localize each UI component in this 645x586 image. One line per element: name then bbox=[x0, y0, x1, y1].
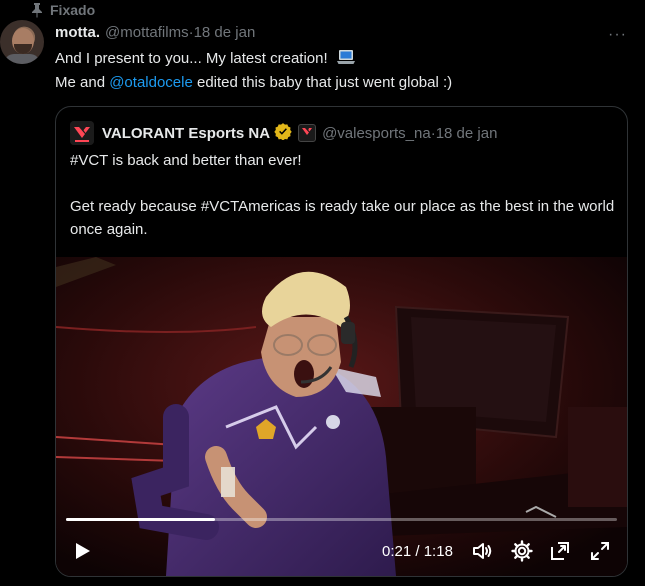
pinned-label: Fixado bbox=[50, 2, 96, 18]
quoted-tweet[interactable]: VALORANT Esports NA @valesports_na · 18 … bbox=[55, 106, 628, 577]
play-icon[interactable] bbox=[70, 539, 94, 563]
author-handle[interactable]: @mottafilms bbox=[105, 24, 189, 41]
quoted-paragraph-2: Get ready because #VCTAmericas is ready … bbox=[70, 198, 615, 238]
laptop-emoji-icon bbox=[336, 49, 356, 72]
volume-icon[interactable] bbox=[470, 539, 494, 563]
total-duration: 1:18 bbox=[423, 543, 453, 560]
video-player[interactable]: 0:21 / 1:18 bbox=[56, 257, 627, 576]
more-options-icon[interactable]: ··· bbox=[608, 26, 627, 44]
quoted-tweet-text: #VCT is back and better than ever! Get r… bbox=[70, 149, 615, 241]
settings-gear-icon[interactable] bbox=[510, 539, 534, 563]
tweet-date[interactable]: 18 de jan bbox=[194, 24, 256, 41]
pin-icon bbox=[30, 2, 44, 18]
pinned-indicator: Fixado bbox=[30, 0, 95, 20]
tweet-page: Fixado motta. @mottafilms · 18 de jan ··… bbox=[0, 0, 645, 586]
video-controls: 0:21 / 1:18 bbox=[56, 535, 627, 569]
quoted-tweet-header: VALORANT Esports NA @valesports_na · 18 … bbox=[70, 121, 497, 145]
video-progress-fill bbox=[66, 518, 215, 521]
tweet-text: And I present to you... My latest creati… bbox=[55, 48, 452, 94]
quoted-author-handle[interactable]: @valesports_na bbox=[322, 125, 431, 142]
verified-badge-icon bbox=[274, 122, 292, 144]
current-time: 0:21 bbox=[382, 543, 412, 560]
video-frame bbox=[56, 257, 627, 576]
time-separator: / bbox=[411, 543, 424, 560]
fullscreen-icon[interactable] bbox=[588, 539, 612, 563]
video-time: 0:21 / 1:18 bbox=[382, 543, 453, 560]
affiliate-badge-icon bbox=[298, 124, 317, 142]
mention-link[interactable]: @otaldocele bbox=[109, 74, 193, 91]
tweet-header: motta. @mottafilms · 18 de jan bbox=[55, 24, 635, 41]
author-avatar[interactable] bbox=[0, 20, 44, 64]
tweet-line-1: And I present to you... My latest creati… bbox=[55, 50, 328, 67]
author-name[interactable]: motta. bbox=[55, 24, 100, 41]
picture-in-picture-icon[interactable] bbox=[548, 539, 572, 563]
tweet-line-2-suffix: edited this baby that just went global :… bbox=[192, 74, 453, 91]
video-progress-bar[interactable] bbox=[66, 518, 617, 521]
quoted-tweet-date[interactable]: 18 de jan bbox=[436, 125, 498, 142]
quoted-paragraph-1: #VCT is back and better than ever! bbox=[70, 152, 302, 169]
quoted-author-name[interactable]: VALORANT Esports NA bbox=[102, 125, 270, 142]
valorant-logo-avatar[interactable] bbox=[70, 121, 94, 145]
tweet-line-2-prefix: Me and bbox=[55, 74, 110, 91]
